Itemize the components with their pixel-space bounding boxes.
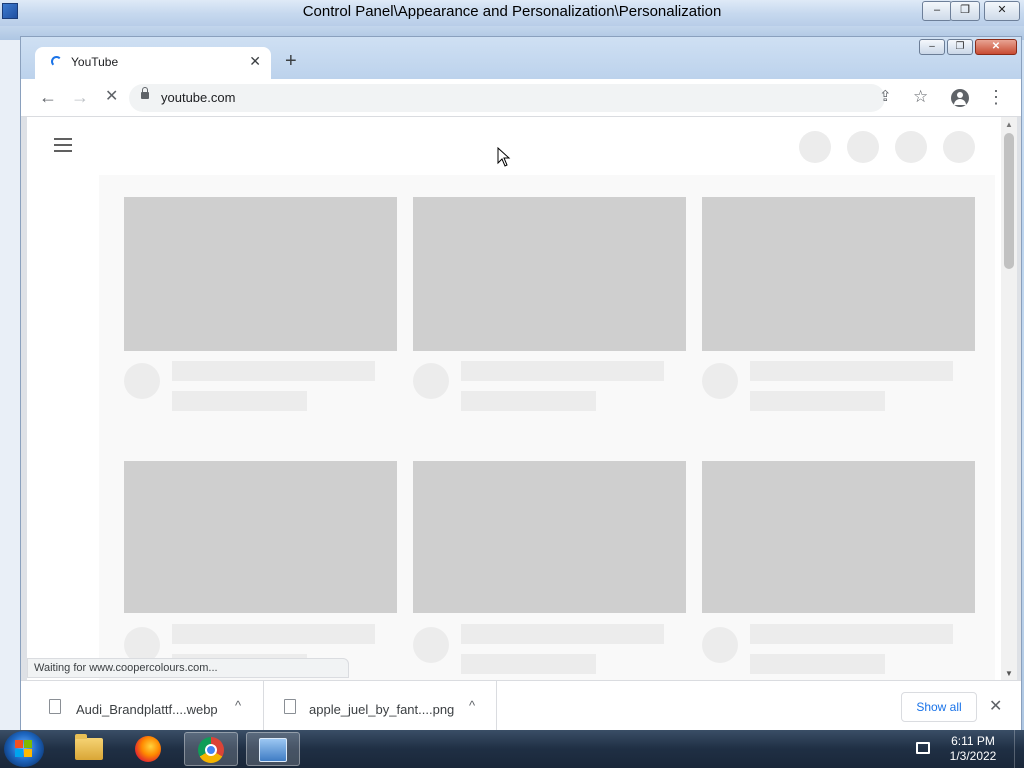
control-panel-icon	[259, 738, 287, 762]
scrollbar-thumb[interactable]	[1004, 133, 1014, 269]
taskbar-explorer[interactable]	[62, 732, 116, 766]
video-thumbnail-placeholder[interactable]	[413, 197, 686, 351]
show-all-button[interactable]: Show all	[901, 692, 977, 722]
mouse-cursor-icon	[497, 147, 511, 167]
loading-spinner-icon	[51, 56, 62, 67]
title-placeholder	[461, 361, 664, 381]
stop-loading-button[interactable]: ✕	[105, 87, 118, 107]
meta-placeholder	[750, 391, 885, 411]
firefox-icon	[135, 736, 161, 762]
file-icon	[284, 699, 296, 714]
video-thumbnail-placeholder[interactable]	[413, 461, 686, 613]
download-filename[interactable]: apple_juel_by_fant....png	[309, 702, 454, 717]
page-content	[27, 117, 1003, 680]
meta-placeholder	[461, 391, 596, 411]
clock-time: 6:11 PM	[951, 734, 995, 748]
tab-strip: YouTube ✕ + ‒ ❐ ✕	[21, 37, 1021, 79]
video-thumbnail-placeholder[interactable]	[702, 461, 975, 613]
clock-date: 1/3/2022	[949, 749, 997, 763]
back-button[interactable]: ←	[39, 87, 57, 107]
header-placeholder-3	[895, 131, 927, 163]
address-bar[interactable]: youtube.com	[129, 84, 885, 112]
chevron-up-icon[interactable]: ^	[469, 698, 475, 713]
header-placeholder-2	[847, 131, 879, 163]
downloads-bar: Audi_Brandplattf....webp ^ apple_juel_by…	[21, 680, 1021, 731]
meta-placeholder	[172, 391, 307, 411]
title-placeholder	[750, 624, 953, 644]
clock[interactable]: 6:11 PM 1/3/2022	[940, 734, 1006, 764]
browser-toolbar: ← → ✕ youtube.com ⇪ ☆ ⋮	[21, 79, 1021, 117]
channel-avatar-placeholder	[702, 627, 738, 663]
close-downloads-icon[interactable]: ✕	[989, 696, 1002, 716]
video-thumbnail-placeholder[interactable]	[124, 461, 397, 613]
header-placeholder-1	[799, 131, 831, 163]
title-placeholder	[750, 361, 953, 381]
title-placeholder	[172, 361, 375, 381]
file-icon	[49, 699, 61, 714]
header-placeholder-4	[943, 131, 975, 163]
chrome-icon	[198, 737, 224, 763]
control-panel-title: Control Panel\Appearance and Personaliza…	[302, 3, 722, 20]
title-placeholder	[461, 624, 664, 644]
status-bubble: Waiting for www.coopercolours.com...	[27, 658, 349, 678]
channel-avatar-placeholder	[702, 363, 738, 399]
bookmark-star-icon[interactable]: ☆	[913, 87, 928, 107]
taskbar: 6:11 PM 1/3/2022	[0, 730, 1024, 768]
url-text[interactable]: youtube.com	[161, 90, 235, 105]
channel-avatar-placeholder	[124, 363, 160, 399]
network-icon[interactable]	[916, 742, 930, 754]
share-icon[interactable]: ⇪	[879, 87, 892, 107]
chrome-window: YouTube ✕ + ‒ ❐ ✕ ← → ✕ youtube.com ⇪ ☆ …	[20, 36, 1022, 731]
chevron-up-icon[interactable]: ^	[235, 698, 241, 713]
taskbar-control-panel[interactable]	[246, 732, 300, 766]
channel-avatar-placeholder	[413, 627, 449, 663]
scroll-up-arrow-icon[interactable]: ▲	[1005, 120, 1013, 129]
lock-icon[interactable]	[141, 87, 149, 99]
scroll-down-arrow-icon[interactable]: ▼	[1005, 669, 1013, 678]
show-desktop-button[interactable]	[1014, 730, 1024, 768]
control-panel-minimize-button[interactable]: ‒	[922, 1, 952, 21]
taskbar-firefox[interactable]	[122, 732, 176, 766]
window-minimize-button[interactable]: ‒	[919, 39, 945, 55]
page-scrollbar[interactable]: ▲ ▼	[1001, 117, 1017, 680]
new-tab-button[interactable]: +	[285, 51, 297, 71]
download-filename[interactable]: Audi_Brandplattf....webp	[76, 702, 218, 717]
channel-avatar-placeholder	[413, 363, 449, 399]
control-panel-titlebar: Control Panel\Appearance and Personaliza…	[0, 0, 1024, 26]
control-panel-maximize-button[interactable]: ❐	[950, 1, 980, 21]
forward-button[interactable]: →	[71, 87, 89, 107]
tab-close-icon[interactable]: ✕	[249, 53, 261, 70]
folder-icon	[75, 734, 103, 760]
meta-placeholder	[750, 654, 885, 674]
hamburger-menu-icon[interactable]	[54, 138, 72, 156]
windows-logo-icon	[15, 740, 33, 758]
tab-youtube[interactable]: YouTube ✕	[35, 47, 271, 79]
title-placeholder	[172, 624, 375, 644]
window-maximize-button[interactable]: ❐	[947, 39, 973, 55]
window-close-button[interactable]: ✕	[975, 39, 1017, 55]
taskbar-chrome[interactable]	[184, 732, 238, 766]
download-item[interactable]: Audi_Brandplattf....webp ^	[21, 681, 264, 731]
meta-placeholder	[461, 654, 596, 674]
tab-title: YouTube	[71, 55, 119, 69]
download-item[interactable]: apple_juel_by_fant....png ^	[264, 681, 497, 731]
control-panel-close-button[interactable]: ✕	[984, 1, 1020, 21]
video-thumbnail-placeholder[interactable]	[702, 197, 975, 351]
chrome-menu-icon[interactable]: ⋮	[987, 87, 1005, 107]
profile-icon[interactable]	[951, 89, 969, 107]
start-button[interactable]	[4, 731, 44, 767]
video-thumbnail-placeholder[interactable]	[124, 197, 397, 351]
